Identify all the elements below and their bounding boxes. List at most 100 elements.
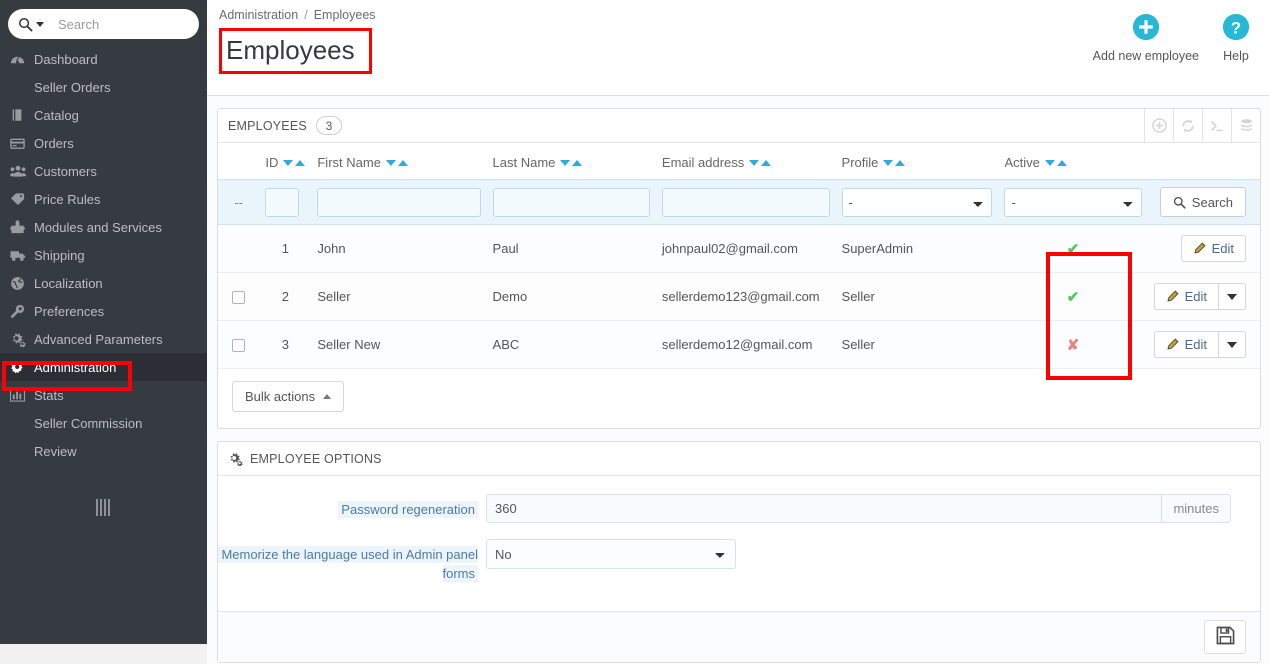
help-button[interactable]: ? Help — [1211, 14, 1261, 63]
sidebar-item-shipping[interactable]: Shipping — [0, 241, 207, 269]
sidebar-item-label: Catalog — [34, 107, 79, 123]
add-icon[interactable] — [1144, 109, 1173, 142]
sidebar-item-customers[interactable]: Customers — [0, 157, 207, 185]
page-title-highlight-box: Employees — [219, 28, 372, 74]
sort-asc-icon[interactable] — [1056, 160, 1067, 166]
row-checkbox-cell[interactable] — [218, 272, 260, 321]
sidebar-item-advanced-parameters[interactable]: Advanced Parameters — [0, 325, 207, 353]
caret-down-icon[interactable] — [36, 21, 44, 27]
puzzle-icon — [10, 219, 34, 235]
breadcrumb-parent[interactable]: Administration — [219, 8, 298, 22]
filter-id-input[interactable] — [265, 187, 300, 217]
sort-desc-icon[interactable] — [283, 160, 294, 166]
check-icon: ✔ — [1066, 240, 1080, 258]
row-active-status[interactable]: ✔ — [998, 272, 1148, 321]
sort-desc-icon[interactable] — [385, 160, 396, 166]
sort-asc-icon[interactable] — [572, 160, 583, 166]
row-checkbox[interactable] — [232, 291, 246, 305]
sidebar-item-orders[interactable]: Orders — [0, 129, 207, 157]
sidebar-item-stats[interactable]: Stats — [0, 381, 207, 409]
filter-last-name-input[interactable] — [492, 187, 650, 217]
add-new-employee-button[interactable]: Add new employee — [1081, 14, 1211, 63]
pencil-icon — [1166, 338, 1179, 351]
column-header-active[interactable]: Active — [998, 143, 1147, 180]
edit-button[interactable]: Edit — [1153, 331, 1218, 358]
filter-active-select[interactable]: -YesNo — [1004, 187, 1142, 217]
sort-asc-icon[interactable] — [761, 160, 772, 166]
sidebar-item-label: Price Rules — [34, 191, 101, 207]
sidebar-item-localization[interactable]: Localization — [0, 269, 207, 297]
bulk-actions-wrapper: Bulk actions — [218, 369, 1260, 428]
search-box[interactable] — [8, 9, 207, 39]
search-input[interactable] — [44, 15, 207, 33]
column-header-id[interactable]: ID — [259, 143, 311, 180]
app-root: Dashboard Seller Orders Catalog Orders Custo… — [0, 0, 1269, 664]
sidebar-collapse-handle[interactable] — [96, 499, 110, 516]
sort-controls — [283, 160, 306, 166]
help-label: Help — [1223, 49, 1249, 63]
row-checkbox[interactable] — [232, 339, 246, 353]
sort-desc-icon[interactable] — [560, 160, 571, 166]
page-header: Administration / Employees Employees Add n… — [207, 0, 1269, 96]
breadcrumb-current: Employees — [313, 8, 376, 22]
row-active-status[interactable]: ✘ — [998, 320, 1148, 369]
edit-button[interactable]: Edit — [1153, 283, 1218, 310]
sort-asc-icon[interactable] — [397, 160, 408, 166]
sidebar-item-preferences[interactable]: Preferences — [0, 297, 207, 325]
row-active-status[interactable]: ✔ — [998, 224, 1148, 273]
column-header-email[interactable]: Email address — [656, 143, 836, 180]
table-row[interactable]: 1 John Paul johnpaul02@gmail.com SuperAdmin ✔… — [218, 224, 1260, 273]
column-header-check — [218, 143, 259, 180]
sort-controls — [385, 160, 408, 166]
filter-first-name-input[interactable] — [317, 187, 481, 217]
row-checkbox-cell[interactable] — [218, 320, 260, 369]
column-header-actions — [1148, 143, 1260, 180]
refresh-icon[interactable] — [1173, 109, 1202, 142]
sidebar-item-catalog[interactable]: Catalog — [0, 101, 207, 129]
sidebar-item-modules-and-services[interactable]: Modules and Services — [0, 213, 207, 241]
password-regeneration-input[interactable] — [486, 494, 1163, 523]
column-header-label: Active — [1004, 155, 1040, 170]
sidebar-item-dashboard[interactable]: Dashboard — [0, 45, 207, 73]
row-last-name: Paul — [486, 224, 656, 273]
table-header-row: ID First Name Last Name Email address Profil… — [218, 143, 1260, 180]
bulk-actions-button[interactable]: Bulk actions — [232, 381, 345, 412]
sidebar-item-label: Review — [34, 443, 77, 459]
sidebar-item-seller-orders[interactable]: Seller Orders — [0, 73, 207, 101]
sidebar-item-seller-commission[interactable]: Seller Commission — [0, 409, 207, 437]
sidebar-item-review[interactable]: Review — [0, 437, 207, 465]
employees-table: ID First Name Last Name Email address Profil… — [218, 143, 1260, 369]
sort-desc-icon[interactable] — [883, 160, 894, 166]
memorize-language-select[interactable]: YesNo — [486, 539, 736, 569]
sort-asc-icon[interactable] — [895, 160, 906, 166]
row-actions: Edit — [1147, 320, 1260, 369]
edit-dropdown-toggle[interactable] — [1218, 283, 1246, 310]
save-button[interactable] — [1204, 620, 1246, 654]
sort-desc-icon[interactable] — [1044, 160, 1055, 166]
password-regeneration-label-wrap: Password regeneration — [218, 494, 486, 519]
edit-dropdown-toggle[interactable] — [1218, 331, 1246, 358]
filter-email-input[interactable] — [661, 187, 830, 217]
edit-button-group: Edit — [1153, 283, 1246, 310]
pencil-icon — [1193, 242, 1206, 255]
header-actions: Add new employee ? Help — [1081, 14, 1261, 63]
row-actions: Edit — [1147, 224, 1260, 273]
database-icon[interactable] — [1231, 109, 1260, 142]
column-header-last[interactable]: Last Name — [487, 143, 656, 180]
table-row[interactable]: 3 Seller New ABC sellerdemo12@gmail.com Sell… — [218, 320, 1260, 369]
pencil-icon — [1166, 290, 1179, 303]
table-body: 1 John Paul johnpaul02@gmail.com SuperAdmin ✔… — [218, 224, 1260, 369]
console-icon[interactable] — [1202, 109, 1231, 142]
sidebar-item-administration[interactable]: Administration — [0, 353, 207, 381]
breadcrumb-separator: / — [304, 8, 308, 22]
column-header-first[interactable]: First Name — [311, 143, 486, 180]
filter-profile-select[interactable]: -SuperAdminSeller — [841, 187, 993, 217]
main-content: Administration / Employees Employees Add n… — [207, 0, 1269, 664]
filter-search-button[interactable]: Search — [1159, 187, 1246, 217]
sort-desc-icon[interactable] — [749, 160, 760, 166]
sidebar-item-price-rules[interactable]: Price Rules — [0, 185, 207, 213]
sort-asc-icon[interactable] — [295, 160, 306, 166]
table-row[interactable]: 2 Seller Demo sellerdemo123@gmail.com Seller… — [218, 272, 1260, 321]
column-header-profile[interactable]: Profile — [836, 143, 999, 180]
edit-button[interactable]: Edit — [1180, 235, 1246, 262]
